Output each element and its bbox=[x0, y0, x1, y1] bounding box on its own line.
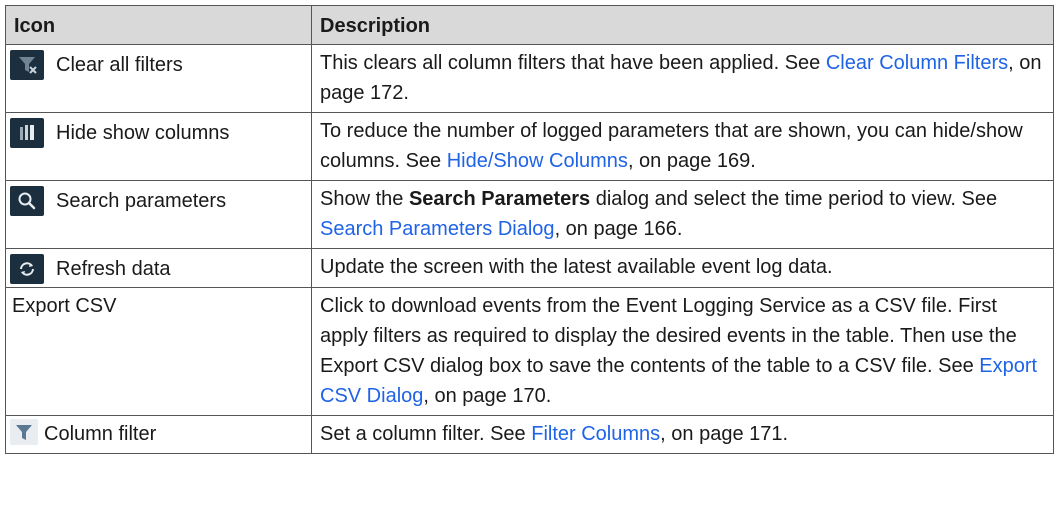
table-row: Refresh data Update the screen with the … bbox=[5, 248, 1054, 288]
icon-label: Refresh data bbox=[56, 258, 171, 280]
description-cell: This clears all column filters that have… bbox=[311, 44, 1054, 113]
refresh-icon[interactable] bbox=[10, 254, 44, 284]
description-text: Click to download events from the Event … bbox=[320, 295, 1017, 377]
description-cell: Click to download events from the Event … bbox=[311, 287, 1054, 416]
icon-label: Clear all filters bbox=[56, 54, 183, 76]
icon-description-table: Icon Description Clear all filters This … bbox=[5, 5, 1054, 454]
description-text: , on page 169. bbox=[627, 150, 756, 172]
icon-label: Hide show columns bbox=[56, 122, 230, 144]
table-row: Search parameters Show the Search Parame… bbox=[5, 180, 1054, 249]
icon-cell: Refresh data bbox=[5, 248, 312, 288]
icon-label: Column filter bbox=[44, 423, 157, 445]
icon-cell: Clear all filters bbox=[5, 44, 312, 113]
clear-column-filters-link[interactable]: Clear Column Filters bbox=[826, 52, 1008, 74]
description-cell: To reduce the number of logged parameter… bbox=[311, 112, 1054, 181]
description-cell: Update the screen with the latest availa… bbox=[311, 248, 1054, 288]
icon-column-header: Icon bbox=[5, 5, 312, 45]
icon-label: Search parameters bbox=[56, 190, 227, 212]
search-parameters-dialog-link[interactable]: Search Parameters Dialog bbox=[320, 218, 555, 240]
filter-columns-link[interactable]: Filter Columns bbox=[531, 423, 660, 445]
description-text: dialog and select the time period to vie… bbox=[590, 188, 998, 210]
icon-cell: Export CSV bbox=[5, 287, 312, 416]
search-parameters-bold: Search Parameters bbox=[408, 188, 591, 210]
description-text: , on page 170. bbox=[423, 385, 552, 407]
icon-cell: Hide show columns bbox=[5, 112, 312, 181]
filter-icon[interactable] bbox=[10, 419, 38, 445]
description-text: Show the bbox=[320, 188, 409, 210]
clear-filters-icon[interactable] bbox=[10, 50, 44, 80]
description-cell: Set a column filter. See Filter Columns,… bbox=[311, 415, 1054, 454]
table-header-row: Icon Description bbox=[5, 5, 1054, 45]
search-icon[interactable] bbox=[10, 186, 44, 216]
description-cell: Show the Search Parameters dialog and se… bbox=[311, 180, 1054, 249]
description-text: , on page 166. bbox=[554, 218, 683, 240]
description-text: , on page 171. bbox=[660, 423, 789, 445]
description-text: This clears all column filters that have… bbox=[320, 52, 826, 74]
description-text: Set a column filter. See bbox=[320, 423, 532, 445]
export-csv-label: Export CSV bbox=[12, 295, 117, 317]
table-row: Hide show columns To reduce the number o… bbox=[5, 112, 1054, 181]
icon-cell: Column filter bbox=[5, 415, 312, 454]
table-row: Column filter Set a column filter. See F… bbox=[5, 415, 1054, 454]
description-column-header: Description bbox=[311, 5, 1054, 45]
table-row: Clear all filters This clears all column… bbox=[5, 44, 1054, 113]
columns-icon[interactable] bbox=[10, 118, 44, 148]
table-row: Export CSV Click to download events from… bbox=[5, 287, 1054, 416]
icon-cell: Search parameters bbox=[5, 180, 312, 249]
hide-show-columns-link[interactable]: Hide/Show Columns bbox=[447, 150, 628, 172]
